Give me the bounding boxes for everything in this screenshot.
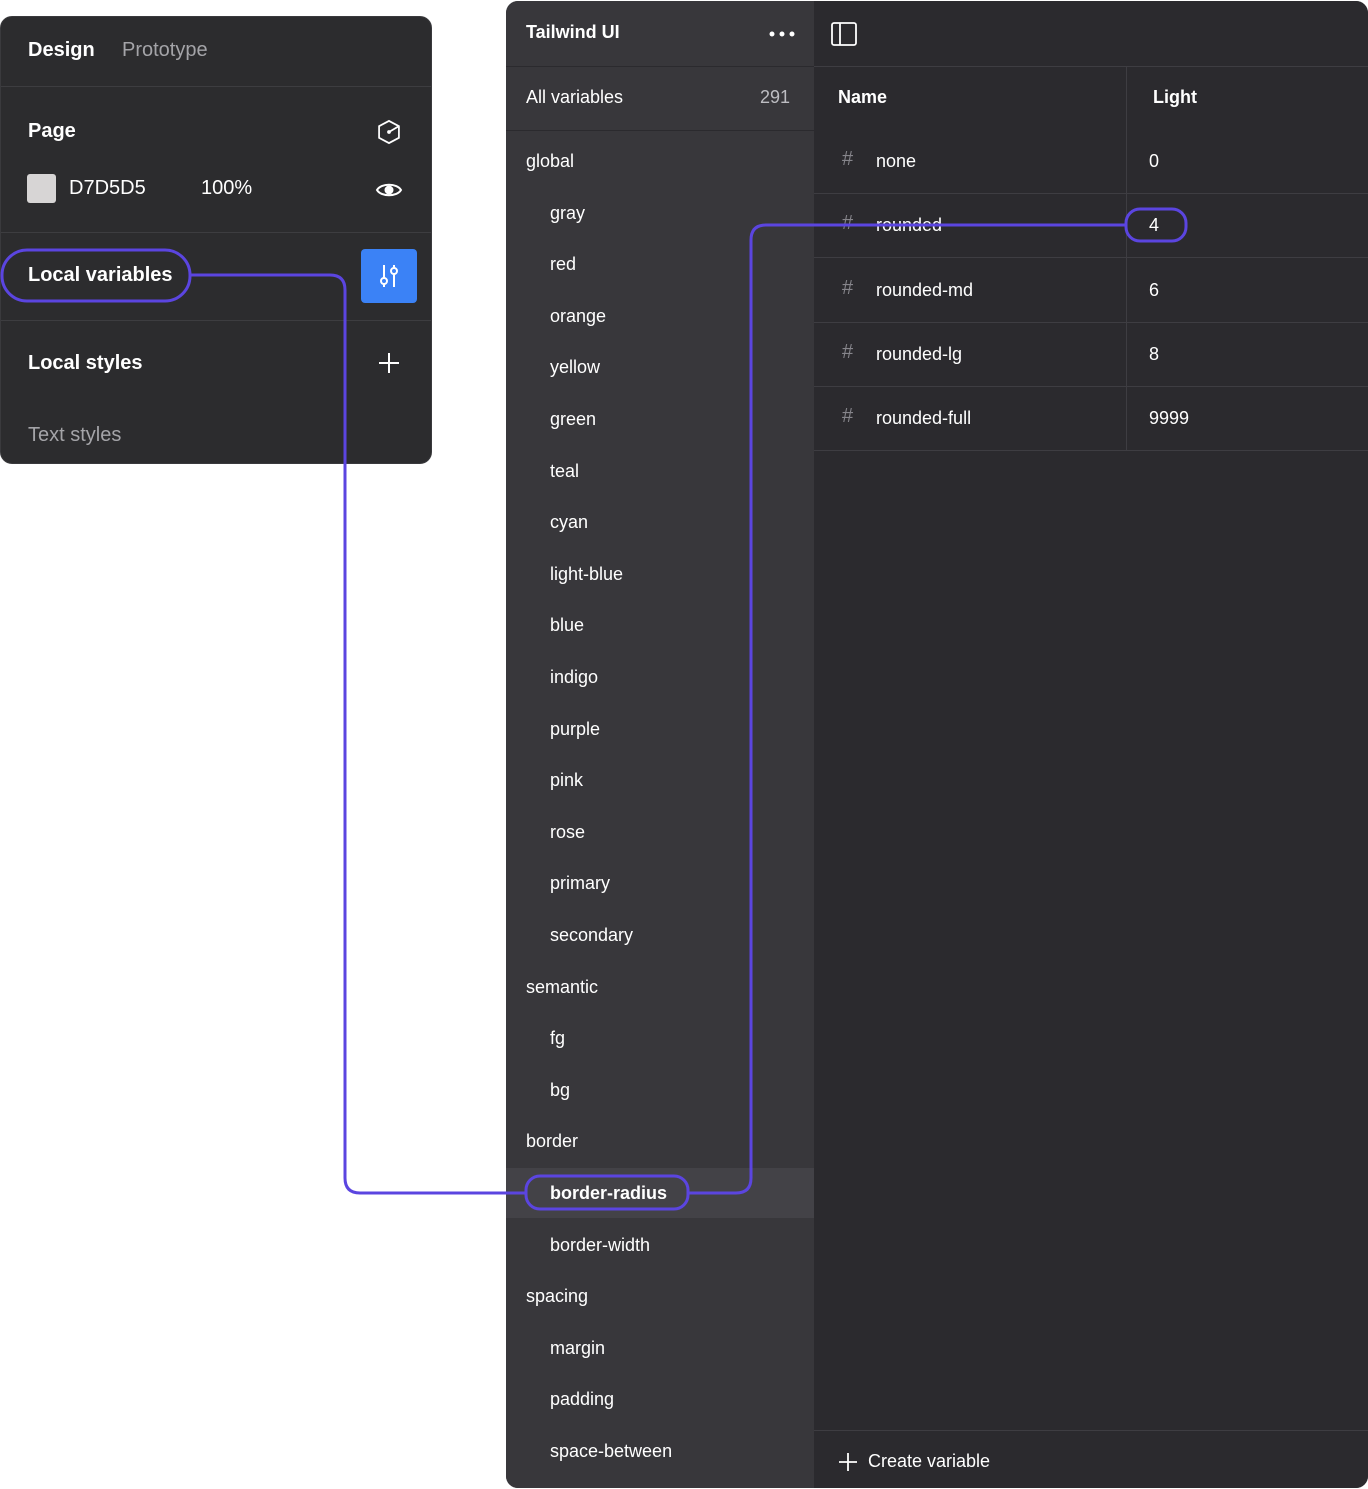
local-styles-label: Local styles [28, 352, 143, 374]
collection-item[interactable]: border [506, 1116, 814, 1166]
collection-item[interactable]: rose [506, 807, 814, 857]
number-type-icon: # [842, 148, 854, 170]
collection-item[interactable]: spacing [506, 1271, 814, 1321]
collection-item[interactable]: border-radius [506, 1168, 814, 1218]
variable-value[interactable]: 8 [1149, 344, 1159, 365]
collection-item[interactable]: padding [506, 1374, 814, 1424]
collection-item[interactable]: light-blue [506, 549, 814, 599]
collection-item[interactable]: indigo [506, 652, 814, 702]
plus-icon [838, 1452, 858, 1472]
variable-value[interactable]: 4 [1149, 215, 1159, 236]
variable-name[interactable]: none [876, 151, 916, 172]
variable-value[interactable]: 0 [1149, 151, 1159, 172]
collection-item[interactable]: space-between [506, 1426, 814, 1476]
number-type-icon: # [842, 276, 854, 299]
table-row[interactable]: # rounded-lg 8 [814, 323, 1368, 387]
divider [1, 86, 431, 87]
row-divider [814, 450, 1368, 452]
divider [506, 130, 814, 131]
library-name: Tailwind UI [526, 22, 620, 42]
divider [814, 66, 1368, 67]
number-type-icon: # [842, 212, 854, 235]
collection-item[interactable]: bg [506, 1065, 814, 1115]
collection-item[interactable]: cyan [506, 497, 814, 547]
page-color-swatch[interactable] [27, 174, 56, 203]
design-panel: Design Prototype Page D7D5D5 100% Local … [0, 16, 432, 464]
divider [1, 232, 431, 233]
variable-name[interactable]: rounded [876, 215, 942, 236]
number-type-icon: # [842, 340, 854, 363]
collection-item[interactable]: secondary [506, 910, 814, 960]
text-styles-label[interactable]: Text styles [28, 424, 121, 447]
sliders-icon [376, 262, 402, 290]
column-header-name: Name [838, 87, 888, 107]
collection-item[interactable]: global [506, 136, 814, 186]
divider [814, 1430, 1368, 1431]
all-variables-label[interactable]: All variables [526, 87, 623, 108]
page-section-title: Page [28, 120, 76, 142]
variables-table: Name Light # none 0 # rounded 4 # rounded-md 6 # r… [814, 1, 1368, 1488]
create-variable-button[interactable]: Create variable [838, 1451, 990, 1472]
variable-value[interactable]: 9999 [1149, 408, 1189, 429]
collection-item[interactable]: green [506, 394, 814, 444]
variable-name[interactable]: rounded-full [876, 408, 971, 429]
collection-item[interactable]: gray [506, 188, 814, 238]
open-variables-button[interactable] [361, 249, 417, 303]
eye-icon[interactable] [373, 175, 405, 205]
variables-modal: Tailwind UI All variables 291 global gray… [506, 1, 1368, 1488]
tab-prototype[interactable]: Prototype [122, 39, 208, 62]
collection-item[interactable]: red [506, 239, 814, 289]
collections-sidebar: Tailwind UI All variables 291 global gray… [506, 1, 814, 1488]
variable-name[interactable]: rounded-lg [876, 344, 962, 365]
sidebar-toggle-icon[interactable] [830, 20, 858, 48]
plus-icon[interactable] [375, 349, 403, 377]
number-type-icon: # [842, 405, 854, 428]
table-row[interactable]: # rounded-full 9999 [814, 387, 1368, 452]
collection-item[interactable]: margin [506, 1323, 814, 1373]
collection-item[interactable]: orange [506, 291, 814, 341]
page-color-hex[interactable]: D7D5D5 [69, 177, 146, 200]
divider [506, 66, 814, 67]
collection-item[interactable]: purple [506, 704, 814, 754]
more-options-icon[interactable] [766, 21, 798, 47]
collection-item[interactable]: primary [506, 858, 814, 908]
column-header-light[interactable]: Light [1153, 87, 1197, 108]
create-variable-label: Create variable [868, 1451, 991, 1471]
collection-item[interactable]: border-width [506, 1220, 814, 1270]
local-variables-label: Local variables [28, 264, 173, 286]
tab-design[interactable]: Design [28, 39, 95, 62]
variable-name[interactable]: rounded-md [876, 280, 973, 301]
collection-item[interactable]: yellow [506, 342, 814, 392]
table-row[interactable]: # rounded 4 [814, 194, 1368, 259]
variable-value[interactable]: 6 [1149, 280, 1159, 301]
divider [1, 320, 431, 321]
table-row[interactable]: # rounded-md 6 [814, 259, 1368, 323]
page-opacity[interactable]: 100% [201, 177, 252, 200]
cube-icon[interactable] [373, 117, 405, 147]
collection-item[interactable]: teal [506, 446, 814, 496]
collection-item[interactable]: pink [506, 755, 814, 805]
all-variables-count: 291 [759, 87, 790, 107]
collection-item[interactable]: blue [506, 600, 814, 650]
collection-item[interactable]: fg [506, 1013, 814, 1063]
table-row[interactable]: # none 0 [814, 130, 1368, 194]
collection-item[interactable]: semantic [506, 962, 814, 1012]
